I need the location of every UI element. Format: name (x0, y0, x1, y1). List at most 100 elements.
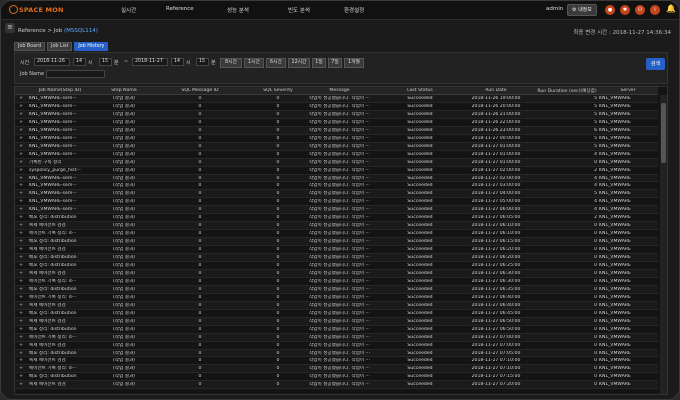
table-row[interactable]: + 에이전트 기록 정리: d··· (작업 결과) 0 0 작업이 성공했습니다. 작업… (15, 333, 658, 342)
row-expand-icon[interactable]: + (18, 311, 24, 317)
col-header-last-status[interactable]: Last Status (385, 88, 455, 93)
brand-logo[interactable]: SPACE MON (9, 5, 64, 14)
row-expand-icon[interactable]: + (18, 152, 24, 158)
table-row[interactable]: + 복제 에이전트 검검 (작업 결과) 0 0 작업이 성공했습니다. 작업이 ··· S… (15, 301, 658, 310)
row-expand-icon[interactable]: + (18, 183, 24, 189)
table-row[interactable]: + syspolicy_purge_hist··· (작업 결과) 0 0 작업이 성공했… (15, 167, 658, 175)
table-row[interactable]: + KNL_VMWARE-sem··· (작업 결과) 0 0 작업이 성공했습니다. 작… (15, 142, 658, 151)
col-header-server[interactable]: Server (599, 88, 657, 93)
table-row[interactable]: + KNL_VMWARE-sem··· (작업 결과) 0 0 작업이 성공했습니다. 작… (15, 126, 658, 135)
table-row[interactable]: + KNL_VMWARE-sem··· (작업 결과) 0 0 작업이 성공했습니다. 작… (15, 110, 658, 119)
col-header-run-date[interactable]: Run Date (457, 88, 535, 93)
table-row[interactable]: + 복제 에이전트 검검 (작업 결과) 0 0 작업이 성공했습니다. 작업이 ··· S… (15, 381, 658, 390)
menu-toggle-icon[interactable]: ≡ (5, 23, 15, 33)
table-row[interactable]: + 복제 에이전트 검검 (작업 결과) 0 0 작업이 성공했습니다. 작업이 ··· S… (15, 342, 658, 350)
row-expand-icon[interactable]: + (18, 327, 24, 333)
table-row[interactable]: + 배포 정리: distribution (작업 결과) 0 0 작업이 성공했습니다.… (15, 262, 658, 270)
table-row[interactable]: + 복제 에이전트 검검 (작업 결과) 0 0 작업이 성공했습니다. 작업이 ··· S… (15, 246, 658, 255)
quick-8h-button[interactable]: 8시간 (220, 58, 242, 68)
table-row[interactable]: + KNL_VMWARE-sem··· (작업 결과) 0 0 작업이 성공했습니다. 작… (15, 206, 658, 215)
table-row[interactable]: + 배포 정리: distribution (작업 결과) 0 0 작업이 성공했습니다.… (15, 326, 658, 334)
power-icon[interactable]: ⏻ (635, 5, 645, 15)
row-expand-icon[interactable]: + (18, 136, 24, 142)
nav-settings[interactable]: 환경설정 (344, 6, 364, 14)
row-expand-icon[interactable]: + (18, 96, 24, 102)
table-row[interactable]: + 배포 정리: distribution (작업 결과) 0 0 작업이 성공했습니다.… (15, 285, 658, 294)
table-row[interactable]: + 배포 정리: distribution (작업 결과) 0 0 작업이 성공했습니다.… (15, 349, 658, 358)
table-row[interactable]: + 배포 정리: distribution (작업 결과) 0 0 작업이 성공했습니다.… (15, 254, 658, 263)
row-expand-icon[interactable]: + (18, 255, 24, 261)
start-min-select[interactable]: 15 (99, 58, 112, 66)
table-row[interactable]: + 에이전트 기록 정리: d··· (작업 결과) 0 0 작업이 성공했습니다. 작업… (15, 365, 658, 374)
row-expand-icon[interactable]: + (18, 160, 24, 166)
row-expand-icon[interactable]: + (18, 343, 24, 349)
end-date-input[interactable]: 2018-11-27 (132, 58, 168, 66)
end-min-select[interactable]: 15 (196, 58, 209, 66)
row-expand-icon[interactable]: + (18, 104, 24, 110)
nav-performance[interactable]: 성능 분석 (227, 6, 249, 14)
table-row[interactable]: + 에이전트 기록 정리: d··· (작업 결과) 0 0 작업이 성공했습니다. 작업… (15, 294, 658, 302)
table-row[interactable]: + KNL_VMWARE-sem··· (작업 결과) 0 0 작업이 성공했습니다. 작… (15, 103, 658, 111)
table-row[interactable]: + KNL_VMWARE-sem··· (작업 결과) 0 0 작업이 성공했습니다. 작… (15, 174, 658, 183)
col-header-run-duration[interactable]: Run Duration (sec)(예상값) (535, 88, 599, 94)
row-expand-icon[interactable]: + (18, 120, 24, 126)
table-row[interactable]: + KNL_VMWARE-sem··· (작업 결과) 0 0 작업이 성공했습니다. 작… (15, 182, 658, 191)
table-row[interactable]: + KNL_VMWARE-sem··· (작업 결과) 0 0 작업이 성공했습니다. 작… (15, 151, 658, 159)
quick-12h-button[interactable]: 12시간 (288, 58, 310, 68)
quick-7d-button[interactable]: 7일 (328, 58, 342, 68)
table-row[interactable]: + KNL_VMWARE-sem··· (작업 결과) 0 0 작업이 성공했습니다. 작… (15, 190, 658, 199)
settings-icon[interactable]: ✱ (620, 5, 630, 15)
col-header-step-name[interactable]: Step Name (95, 88, 153, 93)
user-icon[interactable]: ● (605, 5, 615, 15)
col-header-sql-message-id[interactable]: SQL Message ID (155, 88, 245, 93)
row-expand-icon[interactable]: + (18, 223, 24, 229)
table-row[interactable]: + 기록된 구독 정리 (작업 결과) 0 0 작업이 성공했습니다. 작업이 ··· Su… (15, 158, 658, 167)
row-expand-icon[interactable]: + (18, 271, 24, 277)
row-expand-icon[interactable]: + (18, 295, 24, 301)
end-hour-select[interactable]: 14 (171, 58, 184, 66)
start-hour-select[interactable]: 14 (73, 58, 86, 66)
bell-icon[interactable]: 🔔 (666, 4, 676, 13)
row-expand-icon[interactable]: + (18, 176, 24, 182)
row-expand-icon[interactable]: + (18, 144, 24, 150)
row-expand-icon[interactable]: + (18, 199, 24, 205)
table-row[interactable]: + KNL_VMWARE-sem··· (작업 결과) 0 0 작업이 성공했습니다. 작… (15, 119, 658, 127)
col-header-message[interactable]: Message (297, 88, 382, 93)
quick-6h-button[interactable]: 6시간 (266, 58, 286, 68)
info-icon[interactable]: i (650, 5, 660, 15)
tab-job-board[interactable]: Job Board (14, 42, 46, 51)
table-row[interactable]: + 에이전트 기록 정리: d··· (작업 결과) 0 0 작업이 성공했습니다. 작업… (15, 278, 658, 286)
table-row[interactable]: + 에이전트 기록 정리: d··· (작업 결과) 0 0 작업이 성공했습니다. 작업… (15, 230, 658, 239)
nav-realtime[interactable]: 실시간 (121, 6, 136, 14)
table-row[interactable]: + KNL_VMWARE-sem··· (작업 결과) 0 0 작업이 성공했습니다. 작… (15, 135, 658, 143)
myinfo-button[interactable]: ⚙ 내정보 (567, 4, 597, 16)
row-expand-icon[interactable]: + (18, 374, 24, 380)
row-expand-icon[interactable]: + (18, 319, 24, 325)
table-row[interactable]: + 복제 에이전트 검검 (작업 결과) 0 0 작업이 성공했습니다. 작업이 ··· S… (15, 357, 658, 366)
row-expand-icon[interactable]: + (18, 335, 24, 341)
quick-1d-button[interactable]: 1일 (312, 58, 326, 68)
table-row[interactable]: + KNL_VMWARE-sem··· (작업 결과) 0 0 작업이 성공했습니다. 작… (15, 95, 658, 103)
row-expand-icon[interactable]: + (18, 168, 24, 174)
row-expand-icon[interactable]: + (18, 263, 24, 269)
scrollbar-thumb[interactable] (661, 103, 666, 163)
row-expand-icon[interactable]: + (18, 358, 24, 364)
table-row[interactable]: + 복제 에이전트 검검 (작업 결과) 0 0 작업이 성공했습니다. 작업이 ··· S… (15, 222, 658, 231)
quick-1h-button[interactable]: 1시간 (244, 58, 264, 68)
row-expand-icon[interactable]: + (18, 191, 24, 197)
nav-reference[interactable]: Reference (166, 6, 194, 12)
row-expand-icon[interactable]: + (18, 215, 24, 221)
row-expand-icon[interactable]: + (18, 207, 24, 213)
row-expand-icon[interactable]: + (18, 128, 24, 134)
row-expand-icon[interactable]: + (18, 351, 24, 357)
row-expand-icon[interactable]: + (18, 239, 24, 245)
row-expand-icon[interactable]: + (18, 303, 24, 309)
row-expand-icon[interactable]: + (18, 382, 24, 388)
row-expand-icon[interactable]: + (18, 279, 24, 285)
table-row[interactable]: + 복제 에이전트 검검 (작업 결과) 0 0 작업이 성공했습니다. 작업이 ··· S… (15, 317, 658, 326)
col-header-job-name[interactable]: Job Name(Step ID) (27, 88, 93, 93)
table-row[interactable]: + 배포 정리: distribution (작업 결과) 0 0 작업이 성공했습니다.… (15, 214, 658, 223)
row-expand-icon[interactable]: + (18, 112, 24, 118)
nav-frequency[interactable]: 빈도 분석 (288, 6, 310, 14)
table-row[interactable]: + 배포 정리: distribution (작업 결과) 0 0 작업이 성공했습니다.… (15, 238, 658, 247)
